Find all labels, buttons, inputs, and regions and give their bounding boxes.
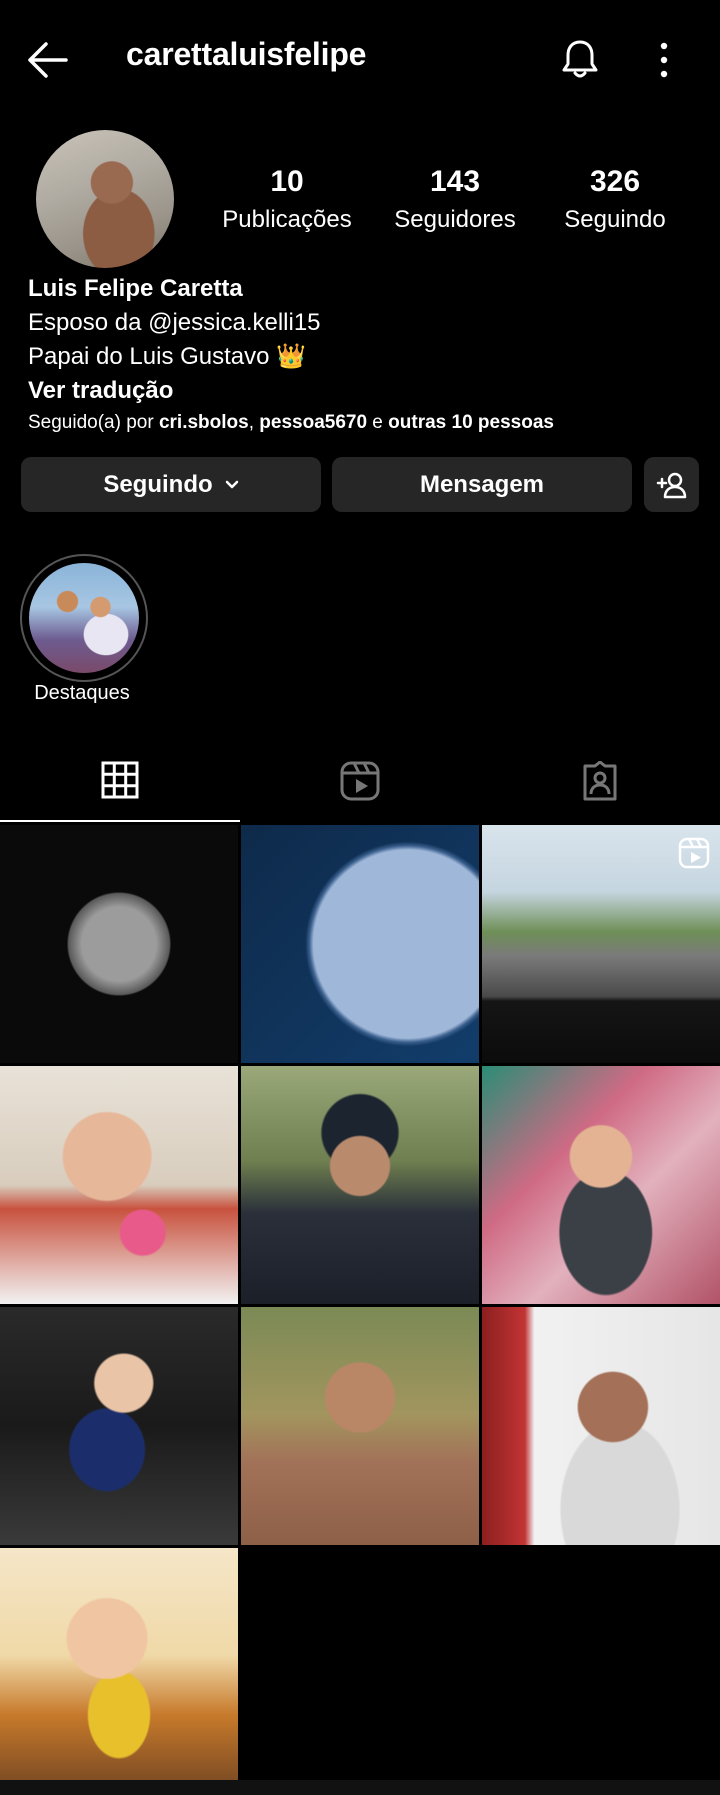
following-label: Seguindo [564, 206, 666, 233]
crown-emoji: 👑 [276, 343, 307, 370]
highlight-image [29, 563, 139, 673]
followed-by-and: e [367, 412, 389, 433]
stat-following[interactable]: 326 Seguindo [540, 164, 690, 238]
bio-line-1-text: Esposo da [28, 309, 149, 336]
chevron-down-icon [225, 480, 238, 488]
top-bar: carettaluisfelipe [0, 0, 720, 118]
suggested-people-button[interactable] [644, 457, 699, 512]
tab-reels[interactable] [240, 740, 480, 822]
add-person-icon [656, 472, 686, 498]
posts-count: 10 [270, 165, 304, 198]
more-vertical-icon[interactable] [652, 40, 676, 80]
post-thumbnail[interactable] [482, 1066, 720, 1304]
stat-followers[interactable]: 143 Seguidores [380, 164, 530, 238]
back-arrow-icon[interactable] [26, 40, 70, 80]
posts-label: Publicações [222, 206, 352, 233]
followers-count: 143 [429, 165, 481, 198]
reels-icon [678, 837, 710, 869]
see-translation-link[interactable]: Ver tradução [28, 374, 321, 408]
reels-icon [340, 761, 380, 801]
followed-by-sep: , [248, 412, 260, 433]
bell-icon[interactable] [560, 38, 600, 80]
post-thumbnail[interactable] [0, 1307, 238, 1545]
post-thumbnail[interactable] [0, 825, 238, 1063]
post-thumbnail[interactable] [241, 825, 479, 1063]
highlight-avatar[interactable] [20, 554, 148, 682]
post-thumbnail[interactable] [241, 1066, 479, 1304]
post-thumbnail[interactable] [482, 1307, 720, 1545]
followers-label: Seguidores [394, 206, 516, 233]
post-thumbnail[interactable] [482, 825, 720, 1063]
tab-tagged[interactable] [480, 740, 720, 822]
following-button-label: Seguindo [103, 470, 213, 498]
display-name: Luis Felipe Caretta [28, 275, 243, 302]
followed-by-user-1: cri.sbolos [158, 412, 249, 433]
post-thumbnail[interactable] [0, 1548, 238, 1786]
message-button-label: Mensagem [419, 470, 545, 498]
profile-tabs [0, 740, 720, 822]
highlight-label: Destaques [34, 682, 130, 704]
profile-username: carettaluisfelipe [126, 36, 367, 72]
followed-by-text[interactable]: Seguido(a) por cri.sbolos, pessoa5670 e … [28, 410, 554, 436]
followed-by-user-2: pessoa5670 [259, 412, 368, 433]
profile-avatar[interactable] [36, 130, 174, 268]
following-count: 326 [589, 165, 641, 198]
grid-icon [101, 761, 139, 799]
post-thumbnail[interactable] [241, 1307, 479, 1545]
bottom-edge [0, 1780, 720, 1795]
profile-bio: Luis Felipe Caretta Esposo da @jessica.k… [28, 272, 321, 408]
bio-line-1: Esposo da @jessica.kelli15 [28, 306, 321, 340]
bio-mention-link[interactable]: @jessica.kelli15 [148, 309, 320, 336]
bio-line-2-text: Papai do Luis Gustavo [28, 343, 270, 370]
followed-by-prefix: Seguido(a) por [28, 412, 159, 433]
tab-posts[interactable] [0, 740, 240, 822]
followed-by-others: outras 10 pessoas [388, 412, 554, 433]
stat-posts[interactable]: 10 Publicações [212, 164, 362, 238]
following-button[interactable]: Seguindo [21, 457, 321, 512]
message-button[interactable]: Mensagem [332, 457, 632, 512]
tagged-icon [583, 761, 617, 801]
post-thumbnail[interactable] [0, 1066, 238, 1304]
bio-line-2: Papai do Luis Gustavo 👑 [28, 340, 321, 374]
